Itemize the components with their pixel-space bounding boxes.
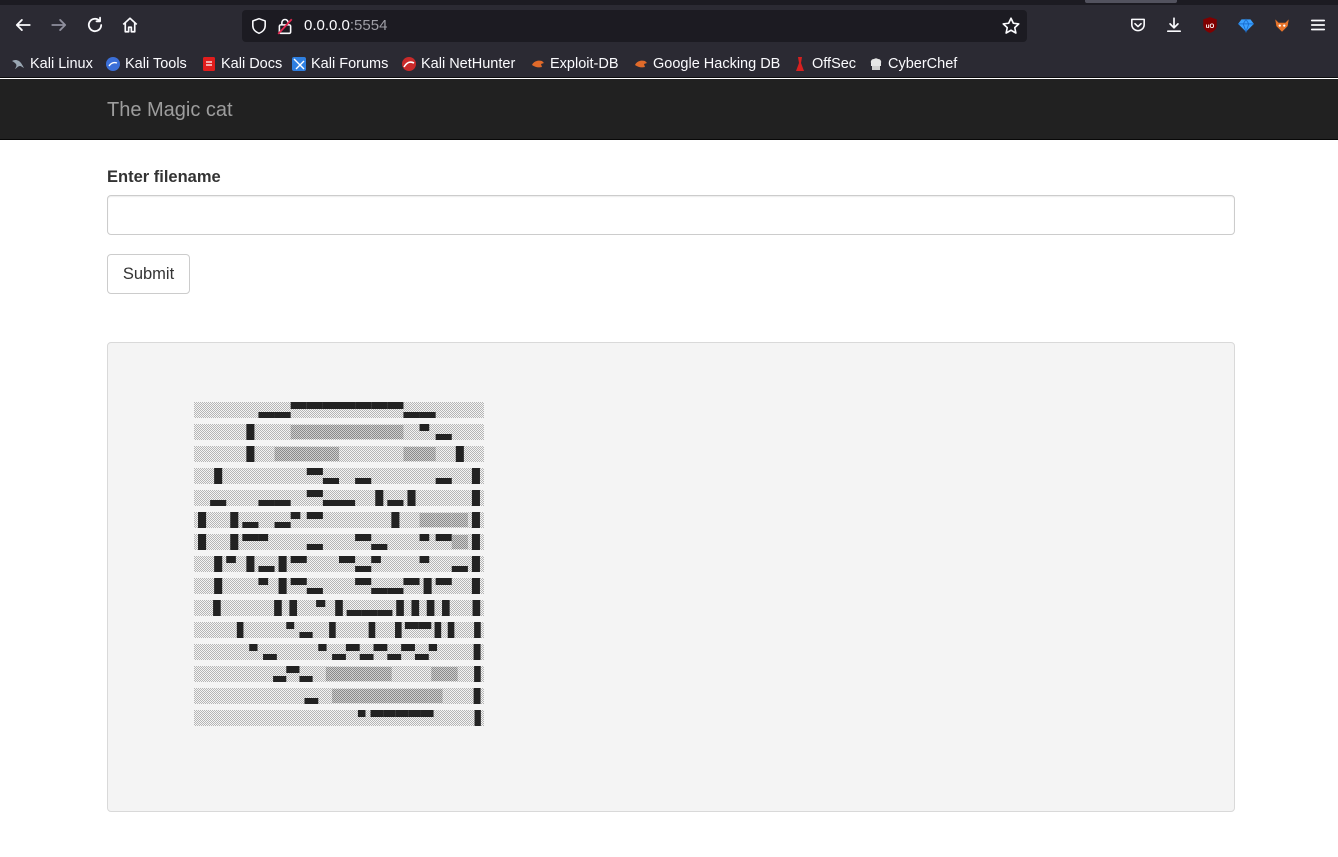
bookmark-kali-nethunter[interactable]: Kali NetHunter <box>401 53 515 75</box>
submit-button[interactable]: Submit <box>107 254 190 294</box>
bookmark-kali-tools[interactable]: Kali Tools <box>105 53 187 75</box>
cyberchef-icon <box>868 56 884 72</box>
forward-arrow-icon[interactable] <box>48 14 70 36</box>
active-tab-indicator[interactable] <box>1085 0 1177 3</box>
kali-dragon-icon <box>10 56 26 72</box>
pocket-icon[interactable] <box>1128 15 1148 35</box>
ublock-origin-icon[interactable]: uO <box>1200 15 1220 35</box>
bookmark-google-hacking-db[interactable]: Google Hacking DB <box>633 53 780 75</box>
ghdb-icon <box>633 56 649 72</box>
url-bar[interactable]: 0.0.0.0:5554 <box>242 10 1027 42</box>
back-arrow-icon[interactable] <box>12 14 34 36</box>
exploit-db-icon <box>530 56 546 72</box>
bookmark-kali-forums[interactable]: Kali Forums <box>291 53 388 75</box>
reload-icon[interactable] <box>84 14 106 36</box>
downloads-icon[interactable] <box>1164 15 1184 35</box>
browser-toolbar: 0.0.0.0:5554 uO <box>0 0 1338 50</box>
kali-docs-icon <box>201 56 217 72</box>
bookmark-kali-docs[interactable]: Kali Docs <box>201 53 282 75</box>
bookmark-offsec[interactable]: OffSec <box>792 53 856 75</box>
svg-text:uO: uO <box>1206 23 1215 30</box>
hamburger-menu-icon[interactable] <box>1308 15 1328 35</box>
foxyproxy-icon[interactable] <box>1272 15 1292 35</box>
insecure-lock-icon[interactable] <box>276 17 294 35</box>
tracking-protection-shield-icon[interactable] <box>250 17 268 35</box>
site-navbar: The Magic cat <box>0 79 1338 140</box>
ascii-cat-art <box>194 402 484 726</box>
bookmark-kali-linux[interactable]: Kali Linux <box>10 53 93 75</box>
offsec-icon <box>792 56 808 72</box>
kali-forums-icon <box>291 56 307 72</box>
gem-extension-icon[interactable] <box>1236 15 1256 35</box>
bookmarks-toolbar: Kali Linux Kali Tools Kali Docs Kali For… <box>0 50 1338 78</box>
navbar-brand[interactable]: The Magic cat <box>107 99 233 122</box>
filename-label: Enter filename <box>107 168 221 186</box>
filename-input[interactable] <box>107 195 1235 235</box>
kali-tools-icon <box>105 56 121 72</box>
output-well <box>107 342 1235 812</box>
bookmark-cyberchef[interactable]: CyberChef <box>868 53 957 75</box>
bookmark-exploit-db[interactable]: Exploit-DB <box>530 53 619 75</box>
url-text[interactable]: 0.0.0.0:5554 <box>304 17 387 34</box>
kali-nethunter-icon <box>401 56 417 72</box>
home-icon[interactable] <box>119 14 141 36</box>
bookmark-star-icon[interactable] <box>1001 16 1021 36</box>
